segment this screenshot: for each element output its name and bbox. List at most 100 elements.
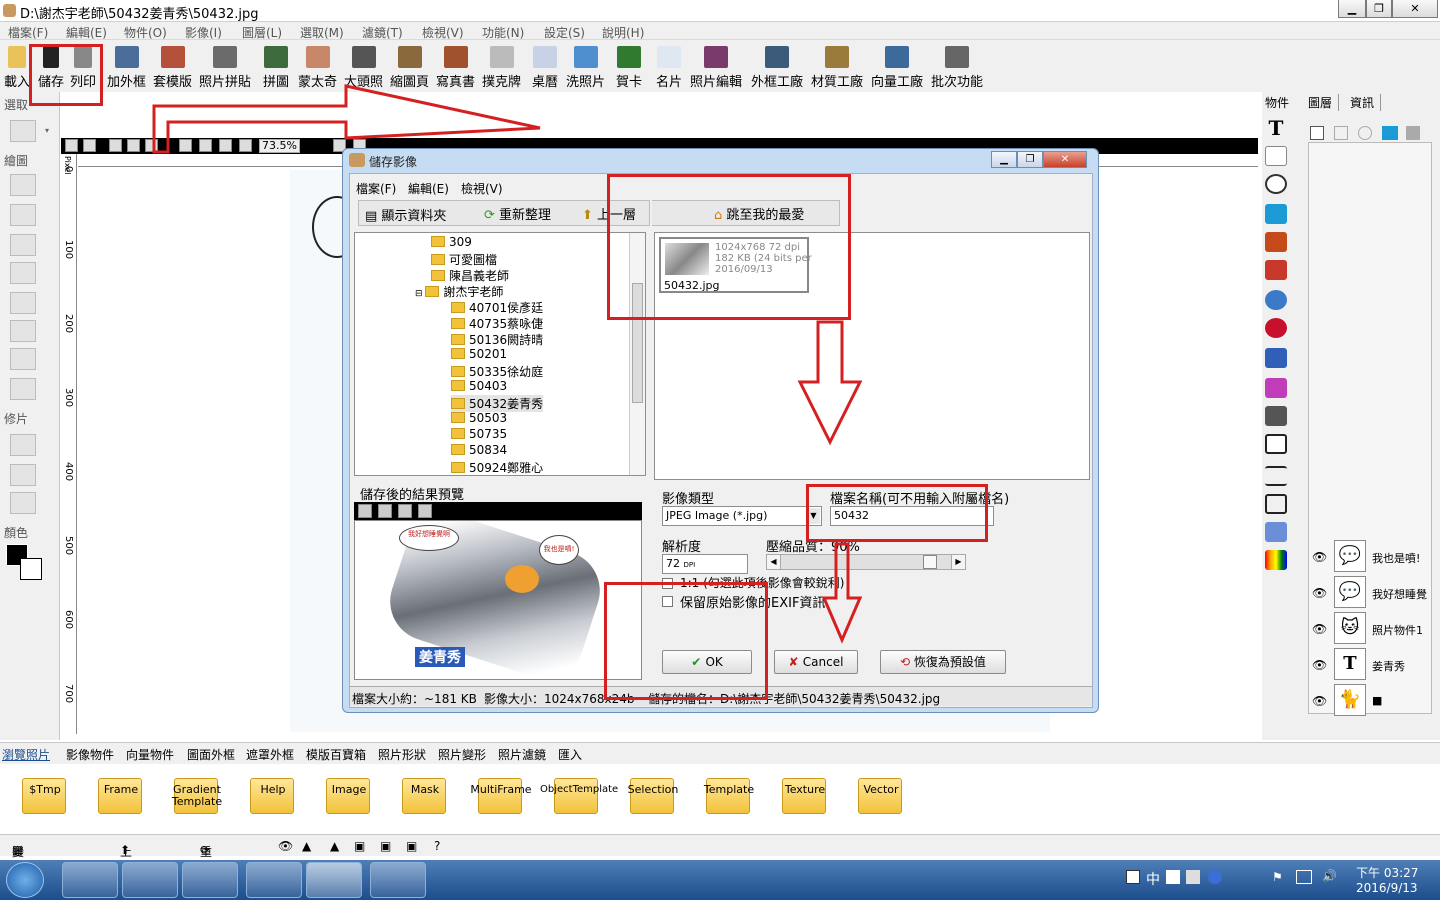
help-tray-icon[interactable] (1208, 870, 1222, 884)
line-object-icon[interactable] (1265, 466, 1287, 486)
text-tool-icon[interactable]: T (1265, 116, 1287, 140)
tab-mask-frame[interactable]: 遮罩外框 (246, 746, 294, 763)
tool-photo-edit[interactable]: 照片編輯 (690, 46, 742, 90)
tab-info[interactable]: 資訊 (1350, 94, 1382, 111)
tree-node[interactable]: 50403 (451, 379, 507, 393)
tab-photo-shape[interactable]: 照片形狀 (378, 746, 426, 763)
new-layer-icon[interactable] (1310, 126, 1324, 140)
menu-edit[interactable]: 編輯(E) (66, 24, 107, 41)
layer-row[interactable]: 👁 💬 我好想睡覺 (1310, 576, 1438, 610)
tree-node[interactable]: 50201 (451, 347, 507, 361)
resolution-input[interactable]: 72 DPI (662, 554, 748, 574)
reset-defaults-button[interactable]: ⟲ 恢復為預設值 (880, 650, 1006, 674)
dialog-minimize-button[interactable]: ▁ (991, 151, 1017, 168)
tree-node[interactable]: ⊟ 謝杰宇老師 (415, 283, 503, 300)
cut-icon[interactable] (127, 139, 140, 152)
flag-icon[interactable]: ⚑ (1272, 870, 1283, 884)
start-button[interactable] (6, 862, 44, 898)
visibility-eye-icon[interactable]: 👁 (1312, 550, 1327, 564)
brush-tool[interactable] (10, 174, 36, 196)
folder-item[interactable]: ObjectTemplate (540, 770, 618, 830)
show-folder-button[interactable]: ▤ 顯示資料夾 (365, 205, 446, 224)
art-text-icon[interactable] (1265, 146, 1287, 166)
collapse-icon[interactable]: ⊟ (415, 289, 425, 299)
tree-node[interactable]: 40735蔡咏倢 (451, 315, 543, 332)
folder-item[interactable]: Mask (388, 770, 462, 830)
tree-node[interactable]: 50735 (451, 427, 507, 441)
menu-filter[interactable]: 濾鏡(T) (362, 24, 403, 41)
folder-item[interactable]: Gradient Template (160, 770, 234, 830)
exif-icon[interactable] (1265, 348, 1287, 368)
media-player-taskbar-icon[interactable] (122, 862, 178, 898)
tool-frame-factory[interactable]: 外框工廠 (751, 46, 803, 90)
star-icon[interactable] (1265, 522, 1287, 542)
eyedropper-tool[interactable] (10, 348, 36, 370)
word-taskbar-icon[interactable] (246, 862, 302, 898)
smudge-tool[interactable] (10, 464, 36, 486)
tool-print-photos[interactable]: 洗照片 (566, 46, 605, 90)
pencil-tool[interactable] (10, 234, 36, 256)
visibility-eye-icon[interactable]: 👁 (1312, 622, 1327, 636)
layer-image-icon[interactable] (1382, 126, 1398, 140)
ime-indicator[interactable]: 中 (1146, 869, 1160, 889)
dlg-menu-edit[interactable]: 編輯(E) (408, 180, 449, 197)
menu-help[interactable]: 說明(H) (602, 24, 644, 41)
pattern-icon[interactable] (1265, 550, 1287, 570)
tab-image-objects[interactable]: 影像物件 (66, 746, 114, 763)
tree-node[interactable]: 309 (431, 235, 472, 249)
tree-node[interactable]: 陳昌義老師 (431, 267, 509, 284)
preview-zoom-out-icon[interactable] (378, 504, 392, 518)
photoimpact-taskbar-icon[interactable] (306, 862, 362, 898)
stamp-tool[interactable] (10, 262, 36, 284)
dialog-close-button[interactable]: ✕ (1043, 151, 1087, 168)
menu-function[interactable]: 功能(N) (482, 24, 524, 41)
folder-item[interactable]: Image (312, 770, 386, 830)
slider-thumb[interactable] (923, 555, 938, 569)
image-type-select[interactable]: JPEG Image (*.jpg) (662, 506, 822, 526)
tab-template-box[interactable]: 模版百寶箱 (306, 746, 366, 763)
calendar-grid-icon[interactable] (1265, 406, 1287, 426)
folder-item[interactable]: MultiFrame (464, 770, 538, 830)
dropdown-arrow-icon[interactable]: ▾ (45, 126, 49, 135)
close-button[interactable]: ✕ (1392, 0, 1438, 18)
folder-item[interactable]: $Tmp (8, 770, 82, 830)
layer-row[interactable]: 👁 🐱 照片物件1 (1310, 612, 1438, 646)
folder-item[interactable]: Texture (768, 770, 842, 830)
visibility-eye-icon[interactable]: 👁 (1312, 586, 1327, 600)
layer-row[interactable]: 👁 💬 我也是噴! (1310, 540, 1438, 574)
preview-zoom-in-icon[interactable] (358, 504, 372, 518)
abc-circle-icon[interactable] (1265, 174, 1287, 194)
cake-icon[interactable] (1265, 378, 1287, 398)
folder-item[interactable]: Help (236, 770, 310, 830)
folder-item[interactable]: Selection (616, 770, 690, 830)
rect-select-tool[interactable] (10, 120, 36, 142)
speech-bubble-icon[interactable] (1265, 434, 1287, 454)
tab-canvas-frame[interactable]: 圖面外框 (187, 746, 235, 763)
tab-vector-objects[interactable]: 向量物件 (126, 746, 174, 763)
quality-slider[interactable]: ◀ ▶ (766, 554, 966, 570)
view-mode-3-icon[interactable]: ▣ (406, 839, 417, 853)
slider-left-arrow-icon[interactable]: ◀ (767, 555, 781, 569)
layer-row[interactable]: 👁 🐈 ■ (1310, 684, 1438, 718)
folder-item[interactable]: Frame (84, 770, 158, 830)
photo-object-icon[interactable] (1265, 232, 1287, 252)
layer-group-icon[interactable] (1406, 126, 1420, 140)
tree-node[interactable]: 50136闕詩晴 (451, 331, 543, 348)
folder-item[interactable]: Vector (844, 770, 918, 830)
ime-mode-icon[interactable] (1126, 870, 1140, 884)
chrome-taskbar-icon[interactable] (182, 862, 238, 898)
tool-vector-factory[interactable]: 向量工廠 (871, 46, 923, 90)
menu-view[interactable]: 檢視(V) (422, 24, 464, 41)
tree-node[interactable]: 40701侯彥廷 (451, 299, 543, 316)
tree-node[interactable]: 50335徐幼庭 (451, 363, 543, 380)
redo-icon[interactable] (83, 139, 96, 152)
shape-tool[interactable] (10, 378, 36, 400)
eraser-tool[interactable] (10, 204, 36, 226)
maximize-button[interactable]: ❐ (1366, 0, 1392, 18)
tab-import[interactable]: 匯入 (558, 746, 582, 763)
tool-business-card[interactable]: 名片 (656, 46, 682, 90)
minimize-button[interactable]: ▁ (1338, 0, 1366, 18)
magnifier-icon[interactable] (1265, 290, 1287, 310)
slider-right-arrow-icon[interactable]: ▶ (951, 555, 965, 569)
dlg-menu-view[interactable]: 檢視(V) (461, 180, 503, 197)
